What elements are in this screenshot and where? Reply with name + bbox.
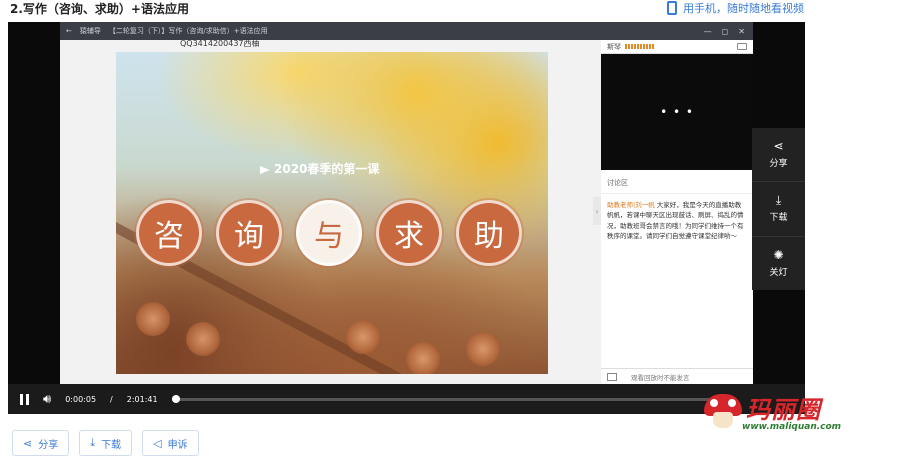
lightbulb-icon: ✺ <box>773 247 784 262</box>
report-button[interactable]: ◁ 申诉 <box>142 430 199 456</box>
speaker-name: 斯琴 <box>607 42 621 51</box>
roof-tile <box>466 332 500 366</box>
player-controls: 🔊︎ 0:00:05 / 2:01:41 <box>8 384 805 414</box>
title-character: 助 <box>456 200 522 266</box>
lesson-title: 【二轮复习（下）】写作（咨询/求助信）+语法应用 <box>108 27 268 35</box>
share-button[interactable]: ⋖ 分享 <box>12 430 70 456</box>
app-name: 猿辅导 <box>79 27 101 35</box>
speaker-bar: 斯琴 <box>601 40 753 54</box>
image-icon[interactable] <box>607 372 617 381</box>
side-lights-off-button[interactable]: ✺ 关灯 <box>752 237 805 290</box>
close-icon: ✕ <box>738 26 745 36</box>
side-panel: 斯琴 • • • 讨论区 助教老师|刘一帆 大家好，我是今天的直播助教帆帆，若课… <box>601 40 753 384</box>
page-title: 2.写作（咨询、求助）+语法应用 <box>10 2 189 16</box>
panel-collapse-handle[interactable]: › <box>593 197 601 225</box>
side-download-label: 下载 <box>769 213 788 224</box>
mobile-watch-link[interactable]: 用手机，随时随地看视频 <box>667 0 804 16</box>
mobile-link-label: 用手机，随时随地看视频 <box>683 2 804 15</box>
roof-tile <box>346 320 380 354</box>
title-character: 询 <box>216 200 282 266</box>
site-logo: 玛丽圈 www.maliquan.com <box>698 386 880 438</box>
video-frame: ← 猿辅导 【二轮复习（下）】写作（咨询/求助信）+语法应用 — ◻ ✕ 202… <box>60 22 753 384</box>
volume-icon[interactable]: 🔊︎ <box>43 392 51 407</box>
download-label: 下载 <box>101 439 122 451</box>
side-share-button[interactable]: ⋖ 分享 <box>752 128 805 183</box>
speaker-video: • • • <box>601 54 753 170</box>
lesson-slide: 2020春季的第一课 咨 询 与 求 助 <box>116 52 548 374</box>
discussion-header: 讨论区 <box>601 174 753 194</box>
logo-url: www.maliquan.com <box>742 422 842 432</box>
slide-subtitle-text: 2020春季的第一课 <box>274 162 380 176</box>
current-time: 0:00:05 <box>65 394 97 404</box>
side-share-label: 分享 <box>769 159 788 170</box>
chat-message: 助教老师|刘一帆 大家好，我是今天的直播助教帆帆，若课中聊天区出现鼓话、刷屏、捣… <box>601 194 753 248</box>
share-label: 分享 <box>38 439 59 451</box>
chat-footer-notice: 观看回放时不能发言 <box>631 373 690 382</box>
progress-bar[interactable] <box>171 394 732 403</box>
camera-off-icon[interactable] <box>737 43 747 50</box>
share-icon: ⋖ <box>23 436 33 450</box>
logo-text: 玛丽圈 <box>746 395 821 424</box>
title-character: 求 <box>376 200 442 266</box>
chat-footer: 观看回放时不能发言 <box>601 368 753 384</box>
side-lights-off-label: 关灯 <box>769 267 788 278</box>
pause-icon[interactable] <box>20 393 29 405</box>
side-download-button[interactable]: ⤓ 下载 <box>752 182 805 237</box>
paper-plane-icon <box>260 165 270 174</box>
time-separator: / <box>110 394 113 404</box>
title-character: 咨 <box>136 200 202 266</box>
phone-icon <box>667 1 677 15</box>
title-character: 与 <box>296 200 362 266</box>
watermark: QQ3414200437西柚 <box>180 39 260 48</box>
download-button[interactable]: ⤓ 下载 <box>79 430 133 456</box>
minimize-icon: — <box>703 26 712 36</box>
roof-tile <box>136 302 170 336</box>
chat-author: 助教老师|刘一帆 <box>607 201 655 209</box>
roof-tile <box>406 342 440 374</box>
report-label: 申诉 <box>167 439 188 451</box>
roof-tile <box>186 322 220 356</box>
video-player[interactable]: ← 猿辅导 【二轮复习（下）】写作（咨询/求助信）+语法应用 — ◻ ✕ 202… <box>8 22 805 414</box>
share-icon: ⋖ <box>773 139 784 154</box>
maximize-icon: ◻ <box>721 26 729 36</box>
download-icon: ⤓ <box>90 436 96 449</box>
slide-subtitle: 2020春季的第一课 <box>260 160 379 177</box>
volume-level-icon <box>625 44 655 49</box>
back-icon: ← <box>66 27 72 35</box>
report-icon: ◁ <box>153 436 162 450</box>
side-actions: ⋖ 分享 ⤓ 下载 ✺ 关灯 <box>752 128 805 290</box>
slide-title-characters: 咨 询 与 求 助 <box>136 200 522 266</box>
progress-knob[interactable] <box>171 394 180 403</box>
app-titlebar: ← 猿辅导 【二轮复习（下）】写作（咨询/求助信）+语法应用 — ◻ ✕ <box>60 22 753 40</box>
duration: 2:01:41 <box>126 394 158 404</box>
mushroom-logo-icon <box>704 394 742 430</box>
bottom-action-bar: ⋖ 分享 ⤓ 下载 ◁ 申诉 <box>12 430 199 456</box>
download-icon: ⤓ <box>775 193 782 208</box>
